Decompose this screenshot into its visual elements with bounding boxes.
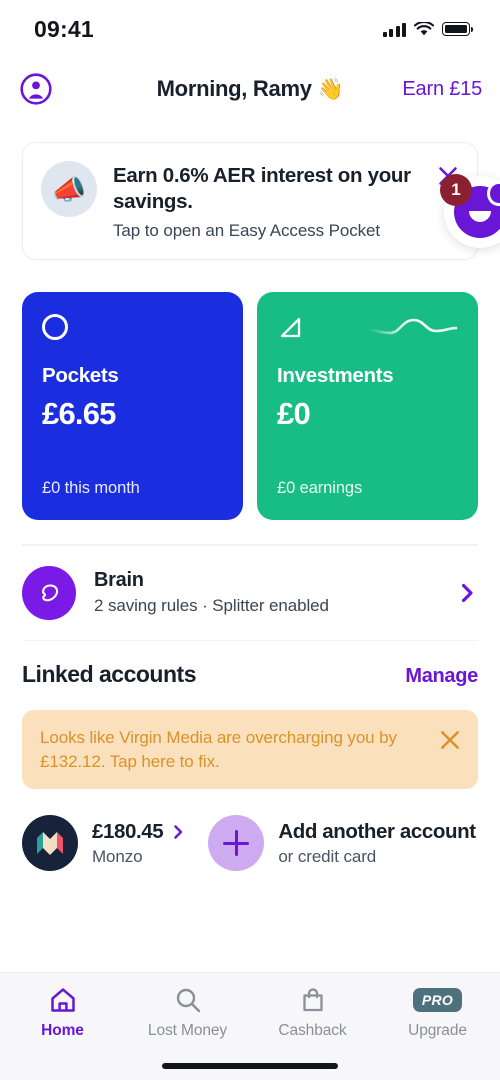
chat-unread-badge: 1 [440,174,472,206]
account-balance: £180.45 [92,819,164,843]
brain-text: Brain 2 saving rules · Splitter enabled [94,569,438,616]
circle-outline-icon [42,314,68,341]
bag-icon [299,985,327,1015]
tab-lost-money[interactable]: Lost Money [125,985,250,1040]
status-bar: 09:41 [0,0,500,58]
account-name: Monzo [92,846,143,866]
investments-card-footnote: £0 earnings [277,479,363,498]
monzo-logo-icon [22,815,78,872]
overcharge-alert[interactable]: Looks like Virgin Media are overcharging… [22,710,478,790]
status-indicators [382,21,473,37]
tab-upgrade[interactable]: PRO Upgrade [375,985,500,1040]
wave-emoji-icon: 👋 [317,78,344,101]
pockets-card-icons [42,314,223,360]
account-item-monzo[interactable]: £180.45 Monzo [22,815,186,872]
brain-icon [22,565,76,620]
plus-icon [208,815,265,872]
summary-cards: Pockets £6.65 £0 this month Investments … [0,260,500,521]
earn-referral-link[interactable]: Earn £15 [402,78,482,101]
close-icon[interactable] [438,728,462,752]
promo-banner[interactable]: 📣 Earn 0.6% AER interest on your savings… [22,142,478,261]
add-account-title: Add another account [278,819,476,843]
status-time: 09:41 [34,15,94,42]
tab-cashback-label: Cashback [278,1022,347,1039]
wifi-icon [414,21,434,35]
pockets-card-footnote: £0 this month [42,479,140,498]
account-circle-icon[interactable] [18,71,54,107]
add-account-subtitle: or credit card [278,846,377,866]
trend-squiggle-icon [366,319,458,335]
promo-subtitle: Tap to open an Easy Access Pocket [113,221,380,241]
promo-copy: Earn 0.6% AER interest on your savings. … [113,161,419,241]
home-indicator [162,1063,338,1069]
battery-icon [442,22,473,36]
promo-banner-area: 📣 Earn 0.6% AER interest on your savings… [0,120,500,261]
home-icon [49,985,77,1015]
chevron-right-icon[interactable] [456,582,478,604]
investments-card-title: Investments [277,364,394,388]
manage-accounts-link[interactable]: Manage [405,665,478,688]
app-screen: 09:41 Morning, Ramy 👋 Earn £15 📣 Earn 0.… [0,0,500,1080]
overcharge-alert-message: Looks like Virgin Media are overcharging… [40,728,397,771]
search-icon [174,985,202,1015]
pockets-card[interactable]: Pockets £6.65 £0 this month [22,292,243,521]
brain-subtitle: 2 saving rules · Splitter enabled [94,596,329,616]
linked-accounts-title: Linked accounts [22,661,196,688]
pro-badge-icon: PRO [412,988,463,1012]
cellular-signal-icon [382,22,406,37]
investments-card-icons [277,314,458,360]
add-account-details: Add another account or credit card [278,819,476,867]
megaphone-icon: 📣 [41,161,97,217]
tab-home[interactable]: Home [0,985,125,1040]
pockets-card-amount: £6.65 [42,396,116,432]
tab-home-label: Home [41,1022,84,1039]
investments-card[interactable]: Investments £0 £0 earnings [257,292,478,521]
account-balance-row: £180.45 [92,820,186,844]
chevron-right-icon[interactable] [170,824,186,840]
brain-row[interactable]: Brain 2 saving rules · Splitter enabled [0,546,500,640]
linked-accounts-list: £180.45 Monzo Add another account or cre… [0,789,500,872]
promo-title: Earn 0.6% AER interest on your savings. [113,164,411,214]
investments-card-amount: £0 [277,396,311,432]
linked-accounts-header: Linked accounts Manage [0,641,500,688]
tab-lost-money-label: Lost Money [147,1022,228,1039]
brain-title: Brain [94,569,144,592]
greeting-text: Morning, Ramy [156,76,312,101]
app-header: Morning, Ramy 👋 Earn £15 [0,58,500,120]
triangle-chart-icon [280,318,301,338]
add-account-item[interactable]: Add another account or credit card [208,815,476,872]
pockets-card-title: Pockets [42,364,119,388]
account-details: £180.45 Monzo [92,820,186,867]
tab-cashback[interactable]: Cashback [250,985,375,1040]
tab-upgrade-label: Upgrade [408,1022,467,1039]
